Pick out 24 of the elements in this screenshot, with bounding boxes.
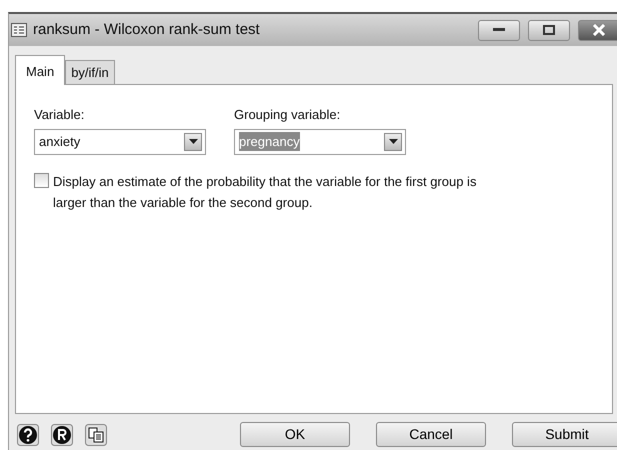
field-label: Variable: bbox=[34, 106, 86, 124]
minimize-button[interactable] bbox=[478, 20, 520, 40]
checkbox[interactable] bbox=[34, 172, 49, 188]
dropdown[interactable]: pregnancy bbox=[234, 128, 406, 154]
dropdown[interactable]: anxiety bbox=[34, 128, 206, 154]
dialog-button[interactable]: Cancel bbox=[376, 422, 486, 447]
help-icon[interactable] bbox=[17, 424, 39, 446]
tab[interactable]: Main bbox=[15, 55, 66, 85]
r-icon[interactable] bbox=[51, 424, 73, 446]
tab[interactable]: by/if/in bbox=[65, 60, 115, 84]
close-icon bbox=[592, 24, 606, 36]
dialog-button[interactable]: Submit bbox=[512, 422, 617, 447]
checkbox-label: Display an estimate of the probability that the variable for the first group is larger than the variable for the second group. bbox=[53, 172, 478, 212]
maximize-icon bbox=[543, 25, 555, 35]
caret-icon bbox=[184, 132, 202, 150]
window-icon bbox=[11, 23, 27, 37]
caret-icon bbox=[384, 132, 402, 150]
copy-icon[interactable] bbox=[85, 424, 107, 446]
dialog-button[interactable]: OK bbox=[240, 422, 350, 447]
field-label: Grouping variable: bbox=[234, 106, 342, 124]
maximize-button[interactable] bbox=[528, 20, 570, 40]
window-title: ranksum - Wilcoxon rank-sum test bbox=[33, 20, 260, 40]
minimize-icon bbox=[493, 28, 505, 32]
close-button[interactable] bbox=[578, 20, 617, 40]
